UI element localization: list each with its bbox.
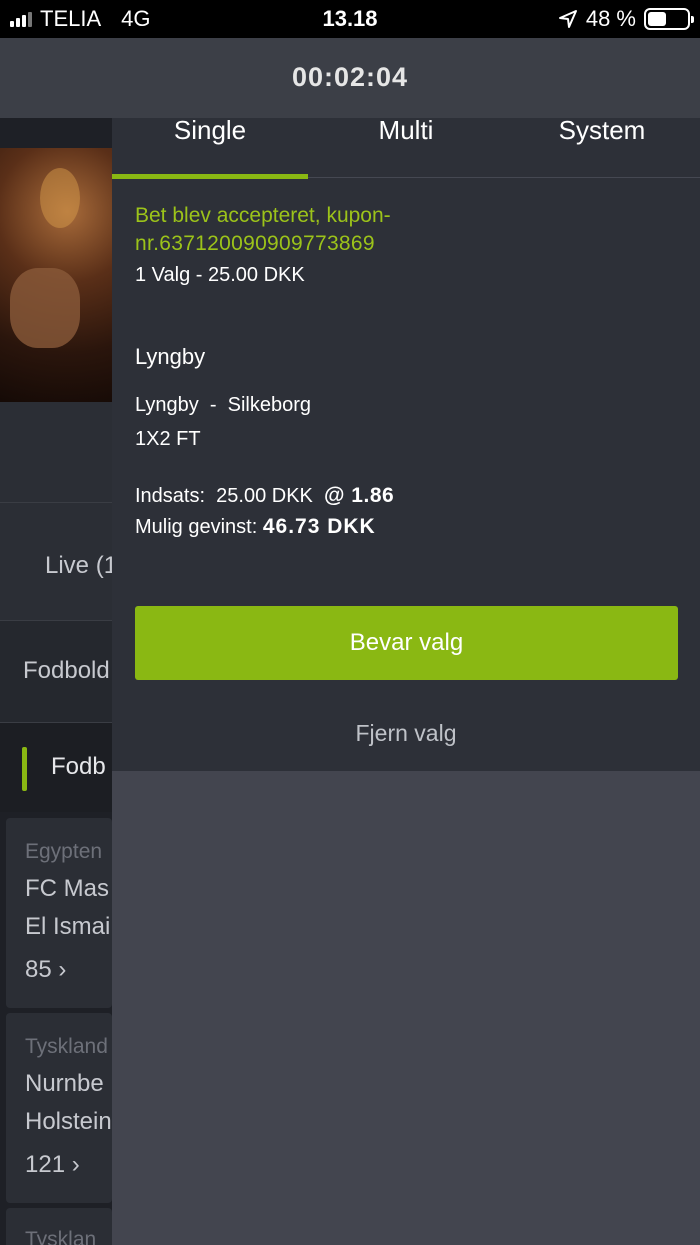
betslip-tabs: Single Multi System	[112, 117, 700, 179]
battery-icon	[644, 8, 694, 30]
market-name: 1X2 FT	[135, 428, 201, 450]
betslip-overlay: Single Multi System Bet blev accepteret,…	[112, 117, 700, 1245]
league-label: Tyskland	[25, 1035, 108, 1058]
more-markets[interactable]: 85 ›	[25, 956, 66, 984]
battery-percent: 48 %	[585, 6, 636, 31]
sub-label: Fodb	[51, 753, 106, 780]
betslip: Single Multi System Bet blev accepteret,…	[112, 117, 700, 771]
tab-system[interactable]: System	[504, 117, 700, 178]
home-team: Nurnbe	[25, 1070, 104, 1097]
league-label: Tysklan	[25, 1228, 97, 1245]
sport-label: Fodbold	[23, 657, 110, 684]
status-bar: TELIA 4G 13.18 48 %	[0, 0, 700, 38]
bet-accepted-message: Bet blev accepteret, kupon- nr.637120090…	[135, 202, 675, 258]
stake-label: Indsats: 25.00 DKK	[135, 485, 324, 507]
hero-image	[0, 148, 112, 402]
match-card[interactable]: Tysklan	[6, 1208, 112, 1245]
winnings-value: 46.73 DKK	[262, 515, 376, 538]
session-timer: 00:02:04	[0, 38, 700, 118]
live-tab[interactable]: Live (1	[0, 502, 112, 620]
sport-subheader[interactable]: Fodb	[0, 722, 112, 812]
bet-summary: 1 Valg - 25.00 DKK	[135, 264, 305, 286]
potential-winnings: Mulig gevinst: 46.73 DKK	[135, 515, 376, 539]
remove-selection-button[interactable]: Fjern valg	[112, 708, 700, 758]
live-label: Live (1	[45, 552, 112, 579]
winnings-label: Mulig gevinst:	[135, 516, 263, 538]
background-page: Live (1 Fodbold Fodb Egypten FC Mas El I…	[0, 118, 112, 1245]
active-indicator	[22, 747, 27, 791]
selection-title: Lyngby	[135, 344, 206, 369]
match-name: Lyngby - Silkeborg	[135, 394, 312, 416]
match-card[interactable]: Egypten FC Mas El Ismai 85 ›	[6, 818, 112, 1008]
league-label: Egypten	[25, 840, 103, 863]
away-team: El Ismai	[25, 913, 111, 940]
tab-multi[interactable]: Multi	[308, 117, 504, 178]
match-card[interactable]: Tyskland Nurnbe Holstein 121 ›	[6, 1013, 112, 1203]
stake-line: Indsats: 25.00 DKK @ 1.86	[135, 484, 394, 508]
keep-selection-button[interactable]: Bevar valg	[135, 606, 678, 680]
location-arrow-icon	[558, 10, 577, 28]
away-team: Holstein	[25, 1108, 112, 1135]
more-markets[interactable]: 121 ›	[25, 1151, 80, 1179]
sport-row-football[interactable]: Fodbold	[0, 620, 112, 722]
status-right: 48 %	[558, 6, 694, 32]
banner-area	[0, 402, 112, 502]
odds-value: @ 1.86	[324, 484, 395, 507]
home-team: FC Mas	[25, 875, 109, 902]
confirm-line-1: Bet blev accepteret, kupon-	[135, 204, 391, 227]
battery-fill	[648, 12, 667, 26]
tab-single[interactable]: Single	[112, 117, 308, 179]
coupon-number: nr.637120090909773869	[135, 232, 375, 255]
